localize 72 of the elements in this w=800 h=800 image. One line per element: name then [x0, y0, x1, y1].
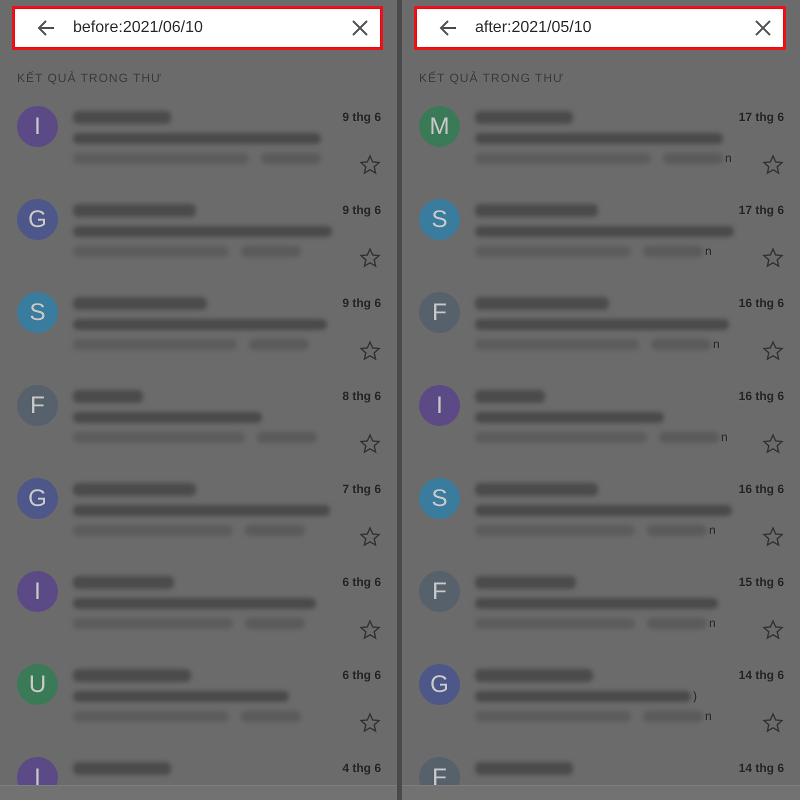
star-icon[interactable] — [762, 526, 784, 548]
avatar: F — [419, 292, 460, 333]
date-label: 14 thg 6 — [738, 761, 784, 775]
date-label: 6 thg 6 — [342, 668, 381, 682]
date-label: 7 thg 6 — [342, 482, 381, 496]
text-fragment: n — [713, 337, 720, 351]
star-icon[interactable] — [359, 433, 381, 455]
avatar: I — [419, 385, 460, 426]
email-item[interactable]: G 7 thg 6 — [0, 478, 397, 571]
date-label: 16 thg 6 — [738, 296, 784, 310]
star-icon[interactable] — [762, 247, 784, 269]
avatar: F — [419, 571, 460, 612]
text-fragment: n — [705, 709, 712, 723]
email-item[interactable]: S 9 thg 6 — [0, 292, 397, 385]
avatar: I — [17, 571, 58, 612]
date-label: 15 thg 6 — [738, 575, 784, 589]
close-icon[interactable] — [753, 18, 773, 38]
email-item[interactable]: F 15 thg 6 n — [402, 571, 800, 664]
email-item[interactable]: F 8 thg 6 — [0, 385, 397, 478]
star-icon[interactable] — [762, 712, 784, 734]
date-label: 8 thg 6 — [342, 389, 381, 403]
star-icon[interactable] — [762, 340, 784, 362]
email-item[interactable]: M 17 thg 6 n — [402, 106, 800, 199]
search-field[interactable]: after:2021/05/10 — [417, 9, 783, 47]
avatar: I — [17, 106, 58, 147]
date-label: 9 thg 6 — [342, 110, 381, 124]
avatar: F — [17, 385, 58, 426]
text-fragment: n — [709, 523, 716, 537]
star-icon[interactable] — [762, 619, 784, 641]
star-icon[interactable] — [359, 526, 381, 548]
blurred-text — [73, 390, 143, 402]
email-item[interactable]: F 16 thg 6 n — [402, 292, 800, 385]
email-item[interactable]: S 16 thg 6 n — [402, 478, 800, 571]
blurred-text — [475, 390, 545, 402]
email-item[interactable]: I 9 thg 6 — [0, 106, 397, 199]
avatar: S — [17, 292, 58, 333]
email-item[interactable]: G 9 thg 6 — [0, 199, 397, 292]
search-field[interactable]: before:2021/06/10 — [15, 9, 380, 47]
date-label: 16 thg 6 — [738, 482, 784, 496]
date-label: 17 thg 6 — [738, 203, 784, 217]
text-fragment: ) — [693, 689, 697, 703]
star-icon[interactable] — [359, 247, 381, 269]
text-fragment: n — [709, 616, 716, 630]
email-item[interactable]: I 16 thg 6 n — [402, 385, 800, 478]
avatar: S — [419, 478, 460, 519]
avatar: U — [17, 664, 58, 705]
text-fragment: n — [721, 430, 728, 444]
star-icon[interactable] — [762, 154, 784, 176]
email-item[interactable]: S 17 thg 6 n — [402, 199, 800, 292]
text-fragment: n — [705, 244, 712, 258]
date-label: 6 thg 6 — [342, 575, 381, 589]
avatar: G — [419, 664, 460, 705]
avatar: M — [419, 106, 460, 147]
star-icon[interactable] — [359, 712, 381, 734]
star-icon[interactable] — [359, 154, 381, 176]
date-label: 9 thg 6 — [342, 296, 381, 310]
date-label: 4 thg 6 — [342, 761, 381, 775]
email-item[interactable]: U 6 thg 6 — [0, 664, 397, 757]
star-icon[interactable] — [359, 340, 381, 362]
date-label: 16 thg 6 — [738, 389, 784, 403]
date-label: 17 thg 6 — [738, 110, 784, 124]
avatar: G — [17, 478, 58, 519]
date-label: 14 thg 6 — [738, 668, 784, 682]
close-icon[interactable] — [350, 18, 370, 38]
text-fragment: n — [725, 151, 732, 165]
avatar: S — [419, 199, 460, 240]
star-icon[interactable] — [359, 619, 381, 641]
avatar: G — [17, 199, 58, 240]
star-icon[interactable] — [762, 433, 784, 455]
email-item[interactable]: I 6 thg 6 — [0, 571, 397, 664]
email-item[interactable]: G 14 thg 6 ) n — [402, 664, 800, 757]
date-label: 9 thg 6 — [342, 203, 381, 217]
